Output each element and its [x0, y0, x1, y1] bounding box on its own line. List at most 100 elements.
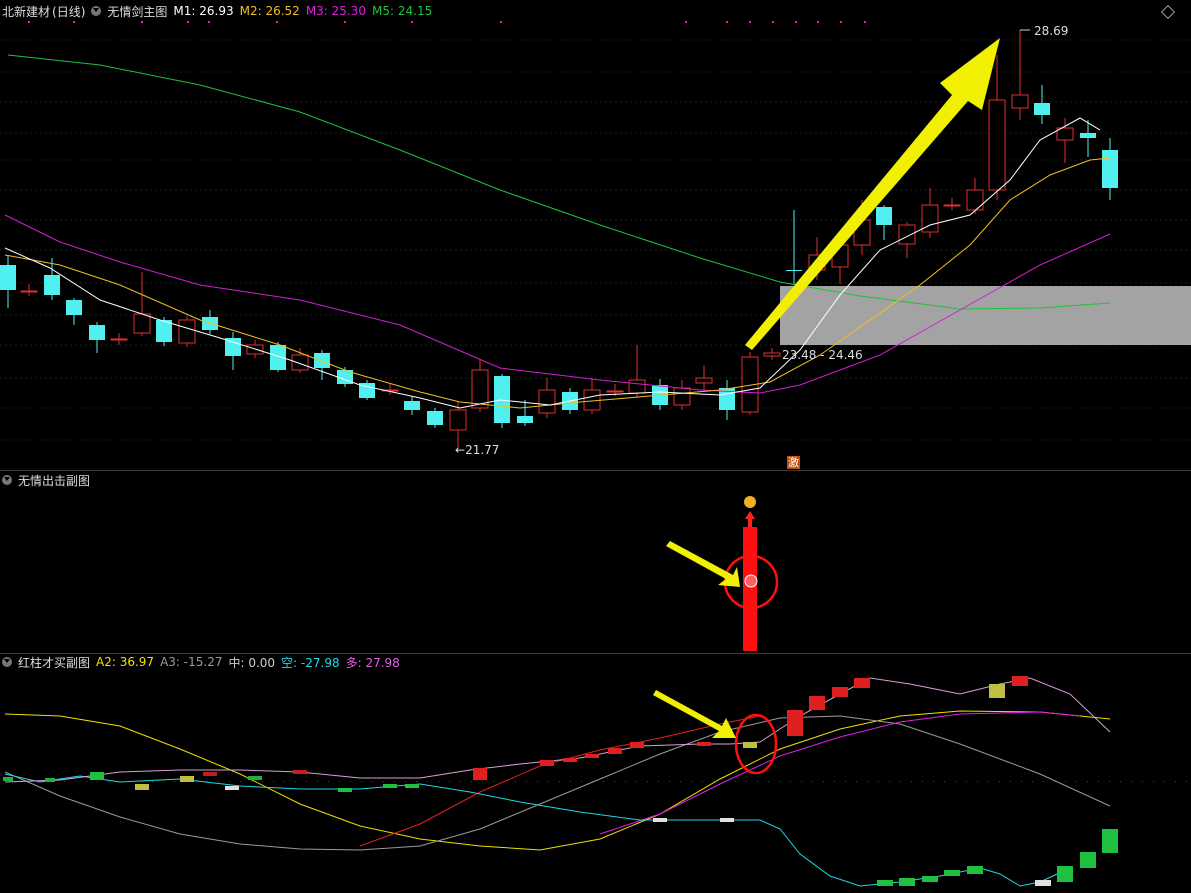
candle-body [876, 207, 892, 225]
candle-body [178, 319, 196, 344]
zero-line-dot [251, 781, 252, 782]
candle-body [314, 353, 330, 368]
sub2-header: 红柱才买副图 A2: 36.97 A3: -15.27 中: 0.00 空: -… [0, 654, 406, 670]
pointer-arrow-icon [653, 690, 736, 738]
sub2-toggle-icon[interactable] [2, 657, 12, 667]
zero-line-dot [856, 781, 857, 782]
signal-bar [3, 777, 13, 781]
zero-line-dot [460, 781, 461, 782]
sub2-title[interactable]: 红柱才买副图 [18, 654, 90, 671]
sub1-header: 无情出击副图 [0, 471, 96, 489]
ma5-value: M5: 24.15 [372, 4, 433, 18]
pointer-arrow-icon [666, 541, 740, 587]
signal-bar [1035, 880, 1051, 886]
zero-line-dot [416, 781, 417, 782]
zero-line-dot [1098, 781, 1099, 782]
candle-body [763, 352, 781, 357]
sub2-panel[interactable]: 红柱才买副图 A2: 36.97 A3: -15.27 中: 0.00 空: -… [0, 654, 1191, 893]
zero-line-dot [1021, 781, 1022, 782]
zero-line-dot [328, 781, 329, 782]
signal-dot [500, 21, 502, 23]
zero-line-dot [713, 781, 714, 782]
sub2-chart[interactable] [0, 654, 1191, 893]
zero-line-dot [823, 781, 824, 782]
zero-line-dot [1010, 781, 1011, 782]
stock-name: 北新建材 [2, 4, 51, 19]
zero-line-dot [361, 781, 362, 782]
signal-bar [203, 772, 217, 776]
zero-line-dot [306, 781, 307, 782]
zero-line-dot [493, 781, 494, 782]
candlestick-chart[interactable] [0, 0, 1191, 470]
zero-line-dot [691, 781, 692, 782]
zero-line-dot [889, 781, 890, 782]
indicator-name[interactable]: 无情剑主图 [107, 3, 167, 20]
signal-bar [854, 678, 870, 688]
sub1-panel[interactable]: 无情出击副图 [0, 471, 1191, 653]
sub1-toggle-icon[interactable] [2, 475, 12, 485]
low-price-value: 21.77 [465, 443, 500, 457]
signal-bar [1012, 676, 1028, 686]
zero-line-dot [570, 781, 571, 782]
zero-line-dot [1142, 781, 1143, 782]
candle-body [628, 379, 646, 394]
zero-line-dot [702, 781, 703, 782]
candle-body [673, 387, 691, 406]
candle-body [110, 338, 128, 341]
zero-line-dot [240, 781, 241, 782]
zero-line-dot [75, 781, 76, 782]
candle-body [786, 270, 802, 271]
zero-line-dot [163, 781, 164, 782]
signal-bar [405, 784, 419, 788]
zero-line-dot [317, 781, 318, 782]
signal-bar [225, 786, 239, 790]
sub1-chart[interactable] [0, 471, 1191, 653]
long-value: 多: 27.98 [345, 655, 400, 670]
zero-line-dot [427, 781, 428, 782]
zero-line-dot [559, 781, 560, 782]
signal-bar [293, 770, 307, 774]
zero-line-dot [1153, 781, 1154, 782]
candle-body [988, 99, 1006, 191]
zero-line-dot [1109, 781, 1110, 782]
indicator-toggle-icon[interactable] [91, 6, 102, 16]
zero-line-dot [482, 781, 483, 782]
a2-value: A2: 36.97 [96, 655, 155, 669]
ma1-value: M1: 26.93 [173, 4, 234, 18]
signal-bar [383, 784, 397, 788]
signal-bar [585, 754, 599, 758]
zero-line-dot [471, 781, 472, 782]
zero-line-dot [977, 781, 978, 782]
signal-bar [922, 876, 938, 882]
zero-line-dot [515, 781, 516, 782]
zero-line-dot [636, 781, 637, 782]
main-chart-panel[interactable]: 北新建材 (日线) 无情剑主图 M1: 26.93 M2: 26.52 M3: … [0, 0, 1191, 470]
zero-line-dot [922, 781, 923, 782]
zero-line-dot [108, 781, 109, 782]
candle-body [44, 275, 60, 295]
zero-line-dot [603, 781, 604, 782]
zero-line-dot [394, 781, 395, 782]
signal-bar [899, 878, 915, 886]
signal-bar [1057, 866, 1073, 882]
a2-line [4, 710, 1111, 851]
sub1-title[interactable]: 无情出击副图 [18, 472, 90, 489]
signal-bar [653, 818, 667, 822]
zero-line-dot [339, 781, 340, 782]
zero-line-dot [262, 781, 263, 782]
zero-line-dot [845, 781, 846, 782]
zero-line-dot [768, 781, 769, 782]
zero-line-dot [295, 781, 296, 782]
ma1-line [4, 117, 1101, 409]
zero-line-dot [647, 781, 648, 782]
signal-bar [248, 776, 262, 780]
zero-line-dot [669, 781, 670, 782]
candle-body [1102, 150, 1118, 188]
a3-value: A3: -15.27 [160, 655, 223, 669]
signal-bar [1080, 852, 1096, 868]
signal-dot [864, 21, 866, 23]
zero-line-dot [801, 781, 802, 782]
signal-bar [630, 742, 644, 748]
zero-line-dot [1076, 781, 1077, 782]
signal-bar [1102, 829, 1118, 853]
